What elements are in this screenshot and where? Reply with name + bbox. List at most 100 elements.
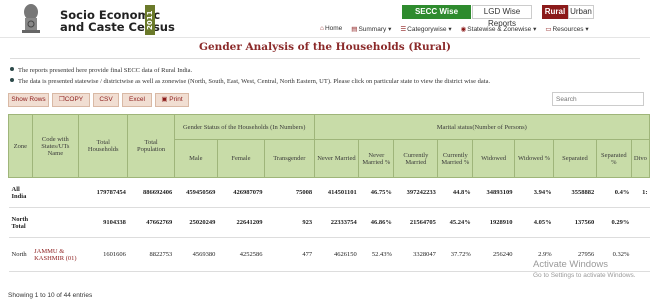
excel-label: Excel — [129, 96, 145, 103]
note-item: The data is presented statewise / distri… — [10, 78, 490, 85]
col-header-widowed[interactable]: Widowed — [472, 139, 515, 178]
cell-separated-pct: 0.29% — [596, 207, 632, 238]
gender-analysis-table: Zone Code with States/UTs Name Total Hou… — [8, 114, 650, 272]
col-group-marital-status: Marital status(Number of Persons) — [313, 114, 650, 140]
cell-state — [32, 207, 79, 238]
copy-label: COPY — [64, 96, 84, 103]
summary-icon: ▤ — [351, 26, 358, 33]
cell-widowed-pct: 4.05% — [514, 207, 554, 238]
col-header-separated[interactable]: Separated — [553, 139, 597, 178]
col-header-female[interactable]: Female — [216, 139, 266, 178]
table-toolbar: Show Rows ❐COPY CSV Excel ▣ Print — [8, 93, 192, 107]
nav-item-statewise[interactable]: ◉Statewise & Zonewise ▾ — [461, 25, 537, 36]
print-icon: ▣ — [161, 96, 168, 103]
cell-zone: North Total — [8, 207, 33, 238]
col-header-currently-married-pct[interactable]: Currently Married % — [437, 139, 474, 178]
cell-currently-married: 397242233 — [393, 177, 438, 208]
cell-zone: All India — [8, 177, 33, 208]
state-link[interactable]: JAMMU & KASHMIR (01) — [32, 237, 79, 272]
table-row: North Total 9104338 47662769 25020249 22… — [8, 207, 650, 238]
csv-button[interactable]: CSV — [93, 93, 119, 107]
notes-list: The reports presented here provide final… — [10, 67, 490, 89]
cell-divorced: 1: — [631, 177, 650, 208]
cell-transgender: 477 — [264, 237, 315, 272]
col-header-divorced[interactable]: Divo — [630, 139, 650, 178]
chevron-down-icon: ▾ — [388, 26, 392, 33]
col-header-zone[interactable]: Zone — [8, 114, 33, 178]
col-header-widowed-pct[interactable]: Widowed % — [513, 139, 555, 178]
cell-currently-married-pct: 37.72% — [437, 237, 473, 272]
cell-transgender: 923 — [264, 207, 315, 238]
col-header-total-population[interactable]: Total Population — [127, 114, 175, 178]
nav-categorywise-label: Categorywise — [407, 26, 447, 33]
show-rows-button[interactable]: Show Rows — [8, 93, 49, 107]
cell-female: 4252586 — [217, 237, 265, 272]
cell-population: 8822753 — [127, 237, 175, 272]
cell-transgender: 75008 — [264, 177, 315, 208]
cell-separated: 3558882 — [553, 177, 597, 208]
col-header-currently-married[interactable]: Currently Married — [393, 139, 439, 178]
cell-separated: 137560 — [553, 207, 597, 238]
cell-state — [32, 177, 79, 208]
cell-male: 25020249 — [174, 207, 218, 238]
secc-wise-reports-button[interactable]: SECC Wise Reports — [402, 5, 471, 30]
bullet-icon — [10, 78, 14, 82]
copy-button[interactable]: ❐COPY — [52, 93, 90, 107]
rural-toggle-button[interactable]: Rural — [542, 5, 568, 19]
nav-resources-label: Resources — [552, 26, 584, 33]
cell-never-married: 22333754 — [314, 207, 359, 238]
globe-icon: ◉ — [460, 26, 467, 33]
cell-female: 22641209 — [217, 207, 265, 238]
cell-widowed: 1928910 — [472, 207, 515, 238]
cell-separated-pct: 0.4% — [596, 177, 632, 208]
note-text: The data is presented statewise / distri… — [18, 78, 491, 85]
home-icon: ⌂ — [320, 25, 324, 32]
cell-currently-married: 21564705 — [393, 207, 438, 238]
col-header-code[interactable]: Code with States/UTs Name — [31, 114, 80, 178]
site-logo-text[interactable]: Socio Economic and Caste Census — [60, 9, 175, 33]
page-title: Gender Analysis of the Households (Rural… — [199, 41, 451, 53]
excel-button[interactable]: Excel — [122, 93, 152, 107]
cell-zone: North — [8, 237, 33, 272]
urban-toggle-button[interactable]: Urban — [568, 5, 594, 19]
nav-home-label: Home — [324, 25, 343, 32]
nav-item-summary[interactable]: ▤Summary ▾ — [351, 25, 391, 36]
col-header-separated-pct[interactable]: Separated % — [595, 139, 632, 178]
cell-widowed: 256240 — [472, 237, 515, 272]
cell-households: 1601606 — [78, 237, 128, 272]
cell-widowed: 34893109 — [472, 177, 515, 208]
logo-line-2: and Caste Census — [60, 20, 175, 34]
nav-item-home[interactable]: ⌂Home — [320, 25, 342, 36]
col-header-male[interactable]: Male — [173, 139, 218, 178]
cell-divorced — [631, 207, 650, 238]
national-emblem-icon — [22, 4, 40, 33]
cell-male: 4569380 — [174, 237, 218, 272]
watermark-line-2: Go to Settings to activate Windows. — [533, 272, 636, 279]
print-label: Print — [169, 96, 183, 103]
cell-never-married-pct: 52.43% — [358, 237, 394, 272]
cell-female: 426987079 — [217, 177, 265, 208]
site-header: Socio Economic and Caste Census 2011 SEC… — [0, 0, 650, 38]
search-input[interactable] — [552, 92, 644, 106]
col-header-never-married-pct[interactable]: Never Married % — [358, 139, 395, 178]
col-header-total-households[interactable]: Total Households — [78, 114, 129, 178]
lgd-wise-reports-button[interactable]: LGD Wise Reports — [472, 5, 532, 28]
data-table-container[interactable]: Zone Code with States/UTs Name Total Hou… — [8, 114, 650, 276]
chevron-down-icon: ▾ — [585, 26, 589, 33]
cell-population: 47662769 — [127, 207, 175, 238]
col-group-gender-status: Gender Status of the Households (In Numb… — [173, 114, 315, 140]
chevron-down-icon: ▾ — [533, 26, 537, 33]
nav-item-resources[interactable]: ▭Resources ▾ — [545, 25, 588, 36]
print-button[interactable]: ▣ Print — [155, 93, 189, 107]
csv-label: CSV — [99, 96, 113, 103]
cell-households: 9104338 — [78, 207, 128, 238]
col-header-transgender[interactable]: Transgender — [264, 139, 315, 178]
title-divider — [10, 58, 640, 59]
col-header-never-married[interactable]: Never Married — [313, 139, 360, 178]
book-icon: ▭ — [545, 26, 552, 33]
table-row: All India 179787454 886692406 459450569 … — [8, 177, 650, 208]
cell-currently-married-pct: 45.24% — [437, 207, 473, 238]
cell-never-married-pct: 46.75% — [358, 177, 394, 208]
main-nav: ⌂Home ▤Summary ▾ ☰Categorywise ▾ ◉Statew… — [320, 25, 598, 36]
nav-item-categorywise[interactable]: ☰Categorywise ▾ — [400, 25, 451, 36]
